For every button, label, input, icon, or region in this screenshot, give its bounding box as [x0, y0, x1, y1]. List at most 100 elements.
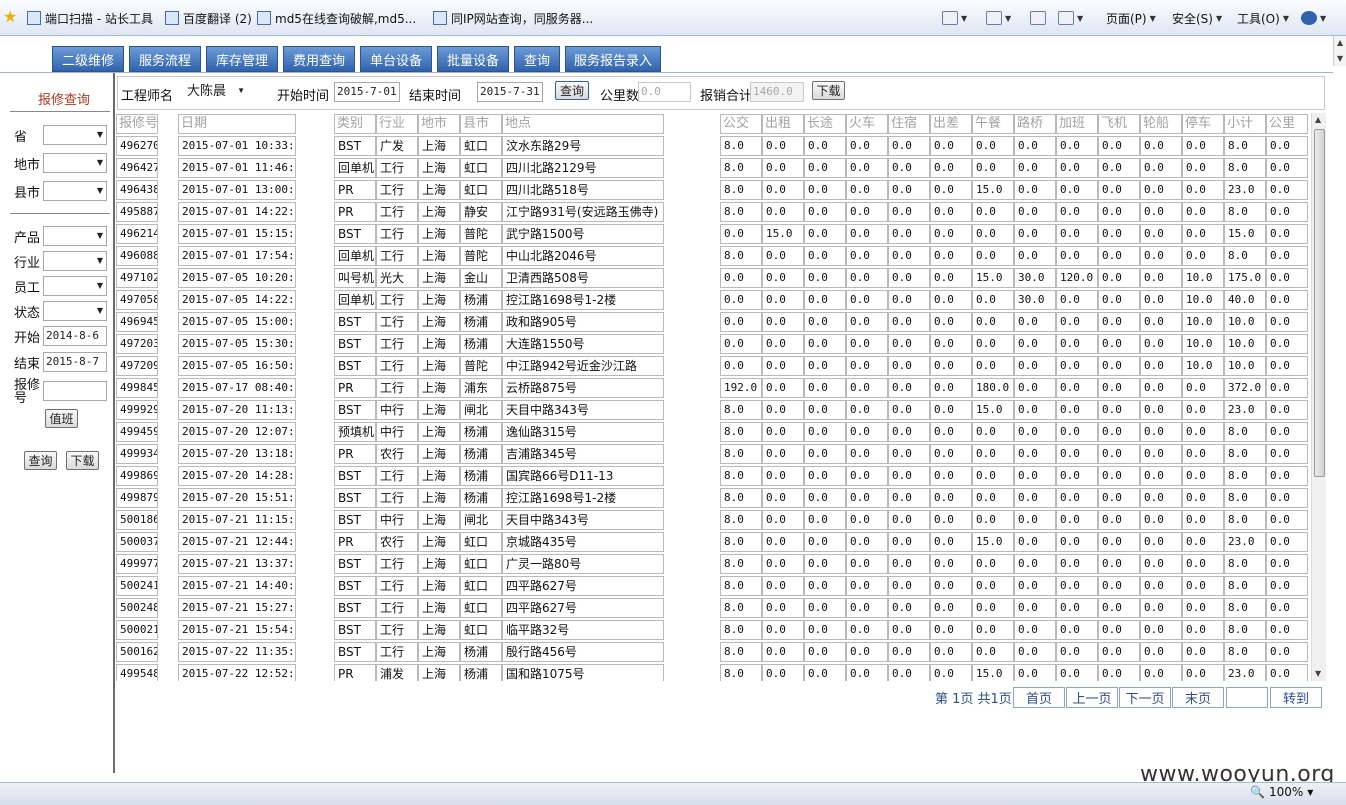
cell-ship[interactable]: 0.0: [1140, 466, 1182, 486]
cell-category[interactable]: BST: [334, 334, 376, 354]
cell-address[interactable]: 四平路627号: [502, 598, 664, 618]
cell-toll[interactable]: 0.0: [1014, 554, 1056, 574]
cell-parking[interactable]: 0.0: [1182, 378, 1224, 398]
cell-lunch[interactable]: 0.0: [972, 136, 1014, 156]
cell-repair-no[interactable]: 496945: [116, 312, 158, 332]
cell-category[interactable]: PR: [334, 444, 376, 464]
cell-taxi[interactable]: 0.0: [762, 466, 804, 486]
cell-travel[interactable]: 0.0: [930, 312, 972, 332]
cell-date[interactable]: 2015-07-01 13:00:10: [178, 180, 296, 200]
cell-category[interactable]: BST: [334, 312, 376, 332]
engineer-select[interactable]: 大陈晨 ▼: [185, 82, 251, 102]
status-select[interactable]: [43, 301, 107, 321]
scroll-up-icon[interactable]: ▲: [1337, 38, 1343, 47]
cell-coach[interactable]: 0.0: [804, 312, 846, 332]
cell-county[interactable]: 虹口: [460, 576, 502, 596]
tab-repair-level2[interactable]: 二级维修: [52, 46, 124, 72]
cell-county[interactable]: 杨浦: [460, 488, 502, 508]
cell-category[interactable]: 回单机: [334, 246, 376, 266]
cell-lodging[interactable]: 0.0: [888, 356, 930, 376]
cell-train[interactable]: 0.0: [846, 180, 888, 200]
cell-taxi[interactable]: 0.0: [762, 620, 804, 640]
cell-flight[interactable]: 0.0: [1098, 620, 1140, 640]
cell-parking[interactable]: 0.0: [1182, 576, 1224, 596]
cell-toll[interactable]: 0.0: [1014, 180, 1056, 200]
cell-ship[interactable]: 0.0: [1140, 224, 1182, 244]
cell-county[interactable]: 闸北: [460, 400, 502, 420]
cell-flight[interactable]: 0.0: [1098, 444, 1140, 464]
cell-industry[interactable]: 农行: [376, 532, 418, 552]
cell-county[interactable]: 虹口: [460, 532, 502, 552]
cell-lunch[interactable]: 0.0: [972, 642, 1014, 662]
cell-overtime[interactable]: 0.0: [1056, 532, 1098, 552]
cell-date[interactable]: 2015-07-20 13:18:14: [178, 444, 296, 464]
cell-coach[interactable]: 0.0: [804, 180, 846, 200]
cell-industry[interactable]: 工行: [376, 246, 418, 266]
cell-address[interactable]: 中山北路2046号: [502, 246, 664, 266]
cell-travel[interactable]: 0.0: [930, 202, 972, 222]
cell-toll[interactable]: 0.0: [1014, 158, 1056, 178]
cell-overtime[interactable]: 0.0: [1056, 510, 1098, 530]
cell-subtotal[interactable]: 8.0: [1224, 466, 1266, 486]
tab-expense-query[interactable]: 费用查询: [283, 46, 355, 72]
cell-repair-no[interactable]: 500162: [116, 642, 158, 662]
cell-lunch[interactable]: 0.0: [972, 158, 1014, 178]
cell-taxi[interactable]: 0.0: [762, 246, 804, 266]
cell-lodging[interactable]: 0.0: [888, 136, 930, 156]
cell-category[interactable]: BST: [334, 224, 376, 244]
cell-toll[interactable]: 0.0: [1014, 620, 1056, 640]
cell-repair-no[interactable]: 500186: [116, 510, 158, 530]
cell-train[interactable]: 0.0: [846, 400, 888, 420]
cell-city[interactable]: 上海: [418, 378, 460, 398]
cell-travel[interactable]: 0.0: [930, 554, 972, 574]
cell-date[interactable]: 2015-07-01 15:15:31: [178, 224, 296, 244]
cell-km[interactable]: 0.0: [1266, 510, 1308, 530]
cell-travel[interactable]: 0.0: [930, 158, 972, 178]
cell-flight[interactable]: 0.0: [1098, 224, 1140, 244]
cell-subtotal[interactable]: 40.0: [1224, 290, 1266, 310]
cell-coach[interactable]: 0.0: [804, 422, 846, 442]
cell-flight[interactable]: 0.0: [1098, 400, 1140, 420]
cell-subtotal[interactable]: 23.0: [1224, 532, 1266, 552]
cell-train[interactable]: 0.0: [846, 136, 888, 156]
cell-toll[interactable]: 0.0: [1014, 664, 1056, 681]
cell-overtime[interactable]: 0.0: [1056, 136, 1098, 156]
cell-overtime[interactable]: 0.0: [1056, 576, 1098, 596]
cell-lunch[interactable]: 0.0: [972, 224, 1014, 244]
cell-city[interactable]: 上海: [418, 268, 460, 288]
cell-date[interactable]: 2015-07-21 11:15:32: [178, 510, 296, 530]
cell-train[interactable]: 0.0: [846, 246, 888, 266]
cell-coach[interactable]: 0.0: [804, 664, 846, 681]
cell-parking[interactable]: 0.0: [1182, 136, 1224, 156]
cell-industry[interactable]: 中行: [376, 510, 418, 530]
cell-parking[interactable]: 10.0: [1182, 312, 1224, 332]
cell-repair-no[interactable]: 500241: [116, 576, 158, 596]
cell-date[interactable]: 2015-07-05 16:50:18: [178, 356, 296, 376]
cell-industry[interactable]: 工行: [376, 642, 418, 662]
cell-category[interactable]: BST: [334, 598, 376, 618]
cell-county[interactable]: 杨浦: [460, 334, 502, 354]
cell-coach[interactable]: 0.0: [804, 400, 846, 420]
cell-repair-no[interactable]: 499934: [116, 444, 158, 464]
cell-coach[interactable]: 0.0: [804, 642, 846, 662]
cell-bus[interactable]: 8.0: [720, 488, 762, 508]
km-input[interactable]: 0.0: [638, 82, 691, 102]
cell-toll[interactable]: 0.0: [1014, 510, 1056, 530]
start-time-input[interactable]: 2015-7-01: [334, 82, 400, 102]
cell-category[interactable]: PR: [334, 532, 376, 552]
cell-flight[interactable]: 0.0: [1098, 554, 1140, 574]
cell-ship[interactable]: 0.0: [1140, 642, 1182, 662]
cell-category[interactable]: BST: [334, 356, 376, 376]
cell-county[interactable]: 普陀: [460, 356, 502, 376]
cell-coach[interactable]: 0.0: [804, 554, 846, 574]
cell-address[interactable]: 控江路1698号1-2楼: [502, 488, 664, 508]
cell-category[interactable]: BST: [334, 642, 376, 662]
cell-date[interactable]: 2015-07-21 12:44:24: [178, 532, 296, 552]
cell-county[interactable]: 杨浦: [460, 422, 502, 442]
cell-toll[interactable]: 0.0: [1014, 466, 1056, 486]
cell-toll[interactable]: 30.0: [1014, 290, 1056, 310]
cell-industry[interactable]: 广发: [376, 136, 418, 156]
cell-flight[interactable]: 0.0: [1098, 576, 1140, 596]
filter-download-button[interactable]: 下载: [812, 81, 845, 100]
cell-address[interactable]: 汶水东路29号: [502, 136, 664, 156]
